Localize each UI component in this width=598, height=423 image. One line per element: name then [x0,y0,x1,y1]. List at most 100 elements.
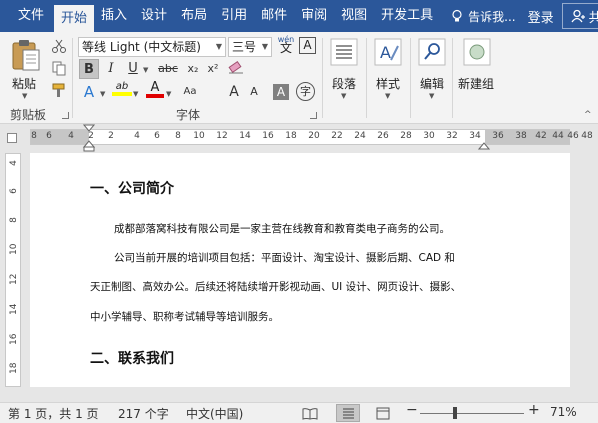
clear-formatting-button[interactable] [225,59,247,79]
ruler-tick-label: 4 [68,131,74,141]
font-launcher-icon[interactable] [310,112,317,119]
ruler-tick-label: 6 [46,131,52,141]
tell-me-box[interactable]: 告诉我... [450,8,516,25]
tab-selector-icon[interactable] [7,133,17,143]
editing-label: 编辑 [420,77,445,91]
paragraph-line: 成都部落窝科技有限公司是一家主营在线教育和教育类电子商务的公司。 [114,223,450,235]
zoom-out-button[interactable]: − [406,402,418,418]
underline-button[interactable]: U [123,59,143,79]
change-case-button[interactable]: Aa [176,82,204,102]
format-painter-icon[interactable] [51,82,67,98]
ruler-tick-label: 6 [154,131,160,141]
paragraph-label: 段落 [332,77,357,91]
underline-dropdown-icon[interactable]: ▼ [143,66,148,74]
group-separator [452,38,453,118]
search-icon[interactable] [418,38,446,66]
zoom-slider-thumb[interactable] [453,407,457,419]
zoom-level[interactable]: 71% [550,405,577,419]
font-color-button[interactable]: A [146,81,164,98]
print-layout-button[interactable] [336,404,360,422]
ruler-tick-label: 36 [492,131,504,141]
new-group-icon[interactable] [463,38,491,66]
ruler-tick-label: 10 [193,131,205,141]
login-link[interactable]: 登录 [528,7,554,26]
vertical-ruler[interactable]: 4 6 8 10 12 14 16 18 [5,153,21,387]
cut-icon[interactable] [51,38,67,54]
tab-developer[interactable]: 开发工具 [374,0,440,32]
read-mode-icon[interactable] [302,407,318,420]
tab-insert[interactable]: 插入 [94,0,134,32]
ruler-tick-label: 30 [423,131,435,141]
share-button[interactable]: 共享 [561,3,598,29]
tab-review[interactable]: 审阅 [294,0,334,32]
paragraph-dropdown-icon[interactable]: ▼ [341,92,346,100]
tell-me-text: 告诉我... [468,9,516,24]
tab-file[interactable]: 文件 [0,0,54,32]
char-border-button[interactable]: A [299,37,316,54]
first-line-indent-icon[interactable] [83,124,95,152]
paste-dropdown-icon[interactable]: ▼ [22,92,27,100]
page-count[interactable]: 第 1 页，共 1 页 [8,405,99,422]
subscript-button[interactable]: x₂ [183,59,203,79]
char-shading-button[interactable]: A [273,84,289,100]
font-size-dropdown-icon[interactable]: ▼ [262,38,268,56]
collapse-ribbon-icon[interactable]: ^ [584,110,592,120]
styles-icon[interactable]: A [374,38,402,66]
phonetic-char: 文 [279,41,292,55]
italic-button[interactable]: I [101,59,121,79]
font-color-dropdown-icon[interactable]: ▼ [166,90,171,98]
ruler-tick-label: 12 [216,131,228,141]
styles-label: 样式 [376,77,401,91]
web-layout-icon[interactable] [376,407,390,420]
group-separator [366,38,367,118]
new-group-label: 新建组 [458,77,495,91]
ruler-tick-label: 38 [515,131,527,141]
tab-references[interactable]: 引用 [214,0,254,32]
tab-view[interactable]: 视图 [334,0,374,32]
vruler-tick-label: 14 [9,303,19,315]
enclose-characters-button[interactable]: 字 [296,82,315,101]
styles-dropdown-icon[interactable]: ▼ [385,92,390,100]
paragraph-icon[interactable] [330,38,358,66]
tab-design[interactable]: 设计 [134,0,174,32]
zoom-in-button[interactable]: + [528,402,540,418]
strikethrough-button[interactable]: abc [155,59,181,79]
bold-button[interactable]: B [79,59,99,79]
tab-layout[interactable]: 布局 [174,0,214,32]
editing-dropdown-icon[interactable]: ▼ [429,92,434,100]
eraser-icon [228,60,243,74]
language-indicator[interactable]: 中文(中国) [186,405,243,422]
highlight-glyph: ab [115,81,129,92]
vruler-tick-label: 4 [9,160,19,166]
font-name-value: 等线 Light (中文标题) [82,40,201,54]
tab-home[interactable]: 开始 [54,5,95,32]
phonetic-guide-button[interactable]: wén 文 [276,35,296,55]
highlight-dropdown-icon[interactable]: ▼ [133,90,138,98]
document-page[interactable]: 一、公司简介 成都部落窝科技有限公司是一家主营在线教育和教育类电子商务的公司。 … [30,153,570,387]
text-effects-dropdown-icon[interactable]: ▼ [100,90,105,98]
copy-icon[interactable] [51,60,67,76]
font-group-label: 字体 [176,108,201,122]
font-size-combo[interactable]: 三号 ▼ [228,37,272,57]
ruler-tick-label: 2 [108,131,114,141]
zoom-slider-track[interactable] [420,413,524,414]
tab-mailings[interactable]: 邮件 [254,0,294,32]
superscript-button[interactable]: x² [203,59,223,79]
font-name-combo[interactable]: 等线 Light (中文标题) ▼ [78,37,226,57]
paste-label[interactable]: 粘贴 [12,75,36,92]
ruler-tick-label: 4 [134,131,140,141]
shrink-font-button[interactable]: A [244,82,264,102]
vertical-scrollbar[interactable] [575,153,598,387]
ribbon-home: 粘贴 ▼ 剪贴板 等线 Light (中文标题) ▼ 三号 ▼ wén 文 A … [0,32,598,124]
paste-icon[interactable] [10,38,42,72]
grow-font-button[interactable]: A [224,82,244,102]
font-name-dropdown-icon[interactable]: ▼ [216,38,222,56]
person-icon [571,9,585,23]
word-count[interactable]: 217 个字 [118,405,169,422]
ruler-tick-label: 8 [31,131,37,141]
paragraph-line: 天正制图、高效办公。后续还将陆续增开影视动画、UI 设计、网页设计、摄影、 [90,281,462,293]
highlight-button[interactable]: ab [112,81,132,96]
clipboard-launcher-icon[interactable] [62,112,69,119]
text-effects-button[interactable]: A [79,82,99,102]
right-indent-icon[interactable] [478,141,490,150]
